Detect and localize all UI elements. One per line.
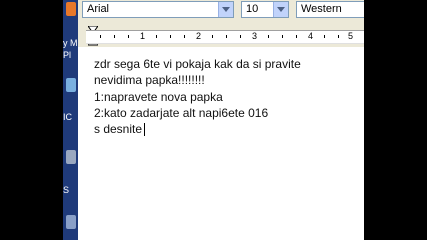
document-last-line: s desnite xyxy=(94,122,146,137)
font-size-value: 10 xyxy=(246,3,259,15)
font-name-value: Arial xyxy=(87,3,110,15)
document-line: nevidima papka!!!!!!!! xyxy=(94,73,205,87)
ruler-number: 4 xyxy=(308,31,314,41)
desktop-label: S xyxy=(63,185,70,195)
font-name-select[interactable]: Arial xyxy=(82,1,234,18)
letterbox-right xyxy=(364,0,427,240)
desktop-background: y M Pl IC S xyxy=(63,0,78,240)
ruler[interactable]: 1 2 3 4 5 xyxy=(78,24,364,46)
document-line: s desnite xyxy=(94,122,143,136)
app-icon[interactable] xyxy=(66,215,76,229)
ruler-number: 1 xyxy=(140,31,146,41)
document-area[interactable]: zdr sega 6te vi pokaja kak da si pravite… xyxy=(78,47,364,240)
app-icon[interactable] xyxy=(66,78,76,92)
desktop-label: y M xyxy=(63,38,78,48)
ruler-number: 5 xyxy=(348,31,354,41)
letterbox-left xyxy=(0,0,63,240)
desktop-label: IC xyxy=(63,112,72,122)
firefox-icon[interactable] xyxy=(66,2,76,16)
chevron-down-icon[interactable] xyxy=(218,2,233,17)
text-caret xyxy=(144,123,146,137)
script-select[interactable]: Western xyxy=(296,1,364,18)
ruler-number: 3 xyxy=(252,31,258,41)
document-line: 2:kato zadarjate alt napi6ete 016 xyxy=(94,106,269,120)
ruler-track: 1 2 3 4 5 xyxy=(86,30,364,44)
app-icon[interactable] xyxy=(66,150,76,164)
font-size-select[interactable]: 10 xyxy=(241,1,289,18)
format-toolbar: Arial 10 Western xyxy=(78,0,364,22)
document-line: 1:napravete nova papka xyxy=(94,90,223,104)
document-line: zdr sega 6te vi pokaja kak da si pravite xyxy=(94,57,301,71)
desktop-label: Pl xyxy=(63,50,72,60)
script-value: Western xyxy=(301,3,342,15)
ruler-number: 2 xyxy=(196,31,202,41)
wordpad-window: Arial 10 Western 1 2 3 4 5 zdr sega 6te … xyxy=(78,0,364,240)
chevron-down-icon[interactable] xyxy=(273,2,288,17)
